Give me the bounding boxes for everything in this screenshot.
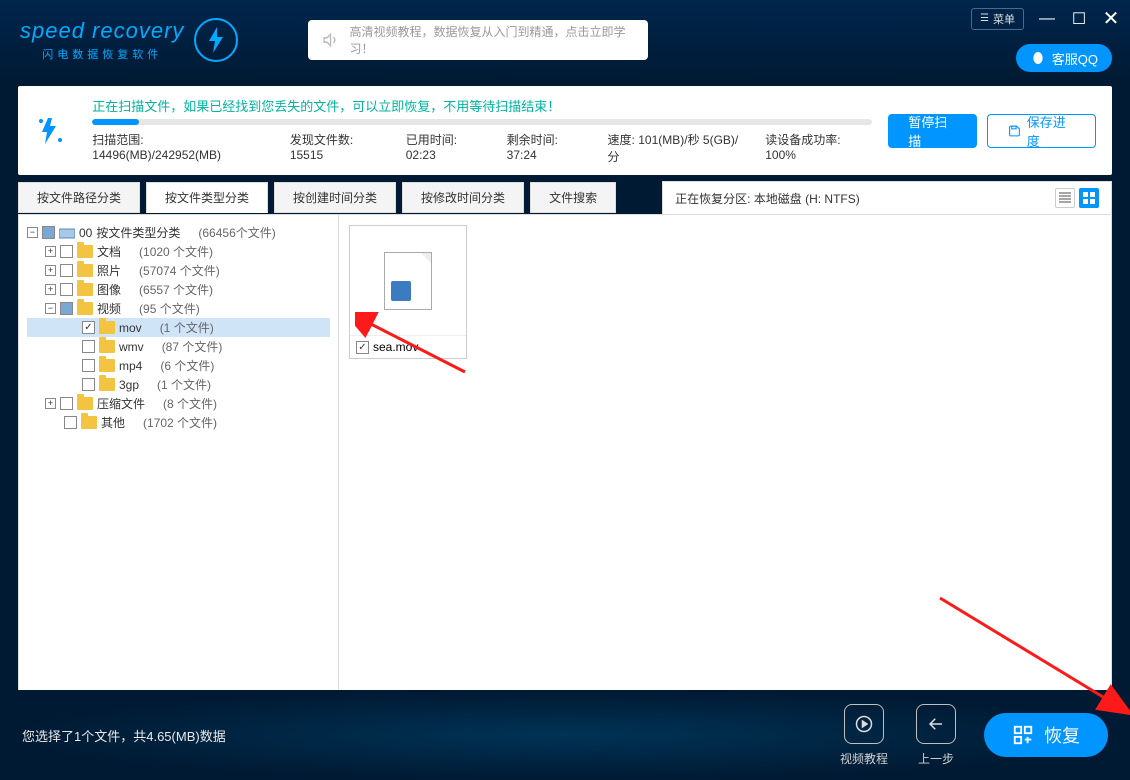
expand-icon[interactable]: + [45,398,56,409]
expand-icon[interactable]: + [45,284,56,295]
expand-icon[interactable]: + [45,265,56,276]
file-name: sea.mov [373,340,418,354]
tree-node-3gp[interactable]: 3gp (1 个文件) [27,375,330,394]
thumbnail-pane: sea.mov [339,215,1111,697]
thumbnail-view-button[interactable] [1079,188,1099,208]
folder-icon [99,359,115,372]
tree-node-doc[interactable]: + 文档 (1020 个文件) [27,242,330,261]
expand-icon[interactable]: + [45,246,56,257]
tree-node-video[interactable]: − 视频 (95 个文件) [27,299,330,318]
tree-node-mov[interactable]: mov (1 个文件) [27,318,330,337]
checkbox[interactable] [60,283,73,296]
tree-node-wmv[interactable]: wmv (87 个文件) [27,337,330,356]
tree-node-photo[interactable]: + 照片 (57074 个文件) [27,261,330,280]
app-name: speed recovery [20,18,184,44]
checkbox[interactable] [82,340,95,353]
drive-icon [59,226,75,240]
tab-by-type[interactable]: 按文件类型分类 [146,182,268,213]
folder-icon [77,264,93,277]
checkbox[interactable] [82,359,95,372]
title-bar: speed recovery 闪电数据恢复软件 高清视频教程，数据恢复从入门到精… [0,0,1130,80]
menu-button[interactable]: ☰菜单 [971,8,1024,30]
file-tree[interactable]: − 00 按文件类型分类 (66456个文件) + 文档 (1020 个文件) … [19,215,339,697]
file-thumbnail[interactable]: sea.mov [349,225,467,359]
lightning-icon [194,18,238,62]
list-view-button[interactable] [1055,188,1075,208]
scan-stats: 扫描范围: 14496(MB)/242952(MB) 发现文件数: 15515 … [92,131,872,165]
tutorial-banner[interactable]: 高清视频教程，数据恢复从入门到精通，点击立即学习！ [308,20,648,60]
folder-icon [99,321,115,334]
folder-icon [77,302,93,315]
scan-progress-bar [92,119,872,125]
close-button[interactable]: ✕ [1102,6,1120,31]
tree-node-image[interactable]: + 图像 (6557 个文件) [27,280,330,299]
classification-tabs: 按文件路径分类 按文件类型分类 按创建时间分类 按修改时间分类 文件搜索 正在恢… [18,181,1112,214]
qq-icon [1030,50,1046,66]
back-button[interactable]: 上一步 [916,704,956,767]
file-checkbox[interactable] [356,341,369,354]
pause-scan-button[interactable]: 暂停扫描 [888,114,977,148]
minimize-button[interactable]: — [1038,10,1056,28]
main-panel: − 00 按文件类型分类 (66456个文件) + 文档 (1020 个文件) … [18,214,1112,698]
checkbox[interactable] [42,226,55,239]
app-subtitle: 闪电数据恢复软件 [20,46,184,62]
folder-icon [77,245,93,258]
tab-file-search[interactable]: 文件搜索 [530,182,616,213]
app-logo: speed recovery 闪电数据恢复软件 [20,18,238,62]
back-icon [916,704,956,744]
folder-icon [81,416,97,429]
footer-bar: 您选择了1个文件，共4.65(MB)数据 视频教程 上一步 恢复 [0,690,1130,780]
collapse-icon[interactable]: − [27,227,38,238]
file-preview-icon [350,226,466,336]
checkbox[interactable] [64,416,77,429]
speaker-icon [322,31,339,49]
tutorial-text: 高清视频教程，数据恢复从入门到精通，点击立即学习！ [350,23,635,57]
checkbox[interactable] [60,264,73,277]
tree-root[interactable]: − 00 按文件类型分类 (66456个文件) [27,223,330,242]
checkbox[interactable] [60,302,73,315]
scan-status-bar: 正在扫描文件，如果已经找到您丢失的文件，可以立即恢复，不用等待扫描结束！ 扫描范… [18,86,1112,175]
folder-icon [77,283,93,296]
checkbox[interactable] [60,397,73,410]
video-tutorial-button[interactable]: 视频教程 [840,704,888,767]
folder-icon [99,340,115,353]
recover-icon [1012,724,1034,746]
collapse-icon[interactable]: − [45,303,56,314]
customer-service-button[interactable]: 客服QQ [1016,44,1112,72]
tree-node-mp4[interactable]: mp4 (6 个文件) [27,356,330,375]
tab-by-create-time[interactable]: 按创建时间分类 [274,182,396,213]
checkbox[interactable] [60,245,73,258]
folder-icon [99,378,115,391]
window-controls: ☰菜单 — ☐ ✕ [971,6,1120,31]
folder-icon [77,397,93,410]
maximize-button[interactable]: ☐ [1070,9,1088,29]
play-icon [844,704,884,744]
recover-button[interactable]: 恢复 [984,713,1108,757]
tree-node-other[interactable]: 其他 (1702 个文件) [27,413,330,432]
checkbox[interactable] [82,321,95,334]
selection-status: 您选择了1个文件，共4.65(MB)数据 [22,726,226,745]
tab-by-path[interactable]: 按文件路径分类 [18,182,140,213]
tab-by-modify-time[interactable]: 按修改时间分类 [402,182,524,213]
save-icon [1008,124,1021,138]
partition-info: 正在恢复分区: 本地磁盘 (H: NTFS) [662,181,1112,214]
tree-node-archive[interactable]: + 压缩文件 (8 个文件) [27,394,330,413]
scan-hint: 正在扫描文件，如果已经找到您丢失的文件，可以立即恢复，不用等待扫描结束！ [92,96,872,115]
save-progress-button[interactable]: 保存进度 [987,114,1096,148]
checkbox[interactable] [82,378,95,391]
scan-icon [34,114,76,148]
